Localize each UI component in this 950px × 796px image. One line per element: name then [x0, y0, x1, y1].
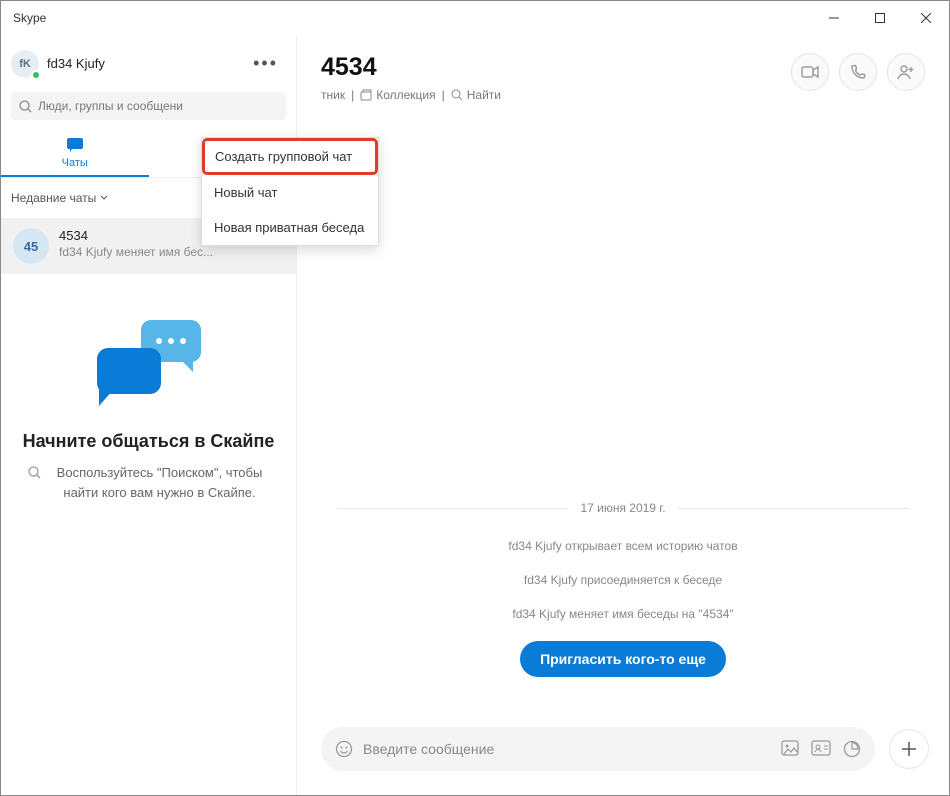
empty-subtitle: Воспользуйтесь "Поиском", чтобы найти ко…: [50, 463, 270, 502]
profile-row: fK fd34 Kjufy •••: [1, 35, 296, 88]
dropdown-create-group[interactable]: Создать групповой чат: [202, 138, 378, 175]
poll-icon[interactable]: [843, 740, 861, 758]
date-label: 17 июня 2019 г.: [580, 501, 665, 515]
titlebar: Skype: [1, 1, 949, 35]
chat-item-title: 4534: [59, 228, 88, 243]
maximize-button[interactable]: [857, 1, 903, 35]
chat-title: 4534: [321, 53, 791, 82]
date-divider: 17 июня 2019 г.: [337, 501, 909, 515]
invite-button[interactable]: Пригласить кого-то еще: [520, 641, 726, 677]
main-panel: 4534 тник | Коллекция | Найти: [297, 35, 949, 795]
message-input[interactable]: Введите сообщение: [321, 727, 875, 771]
search-input[interactable]: Люди, группы и сообщени: [11, 92, 286, 120]
search-icon: [28, 466, 42, 480]
add-button[interactable]: [889, 729, 929, 769]
voice-call-button[interactable]: [839, 53, 877, 91]
contact-card-icon[interactable]: [811, 740, 831, 756]
dropdown-private[interactable]: Новая приватная беседа: [202, 210, 378, 245]
more-button[interactable]: •••: [245, 49, 286, 78]
tab-chats-label: Чаты: [62, 157, 88, 169]
dropdown-new-chat[interactable]: Новый чат: [202, 175, 378, 210]
window-title: Skype: [13, 11, 46, 25]
search-row: Люди, группы и сообщени: [1, 88, 296, 128]
status-dot: [31, 70, 41, 80]
gallery-icon: [360, 89, 372, 101]
composer-row: Введите сообщение: [297, 727, 949, 795]
system-message: fd34 Kjufy открывает всем историю чатов: [337, 539, 909, 553]
meta-participants[interactable]: тник: [321, 88, 345, 102]
new-chat-dropdown: Создать групповой чат Новый чат Новая пр…: [201, 137, 379, 246]
sidebar: fK fd34 Kjufy ••• Люди, группы и сообщен…: [1, 35, 297, 795]
search-icon: [19, 100, 32, 113]
emoji-icon[interactable]: [335, 740, 353, 758]
composer-placeholder: Введите сообщение: [363, 741, 494, 757]
video-call-button[interactable]: [791, 53, 829, 91]
app-window: Skype fK fd34 Kjufy ••• Люди, группы и с…: [0, 0, 950, 796]
search-placeholder: Люди, группы и сообщени: [38, 99, 183, 113]
meta-collection[interactable]: Коллекция: [360, 88, 435, 102]
phone-icon: [850, 64, 866, 80]
empty-title: Начните общаться в Скайпе: [23, 430, 275, 453]
search-icon: [451, 89, 463, 101]
tab-chats[interactable]: Чаты: [1, 128, 149, 177]
chat-avatar: 45: [13, 228, 49, 264]
add-user-icon: [897, 64, 915, 80]
meta-find[interactable]: Найти: [451, 88, 501, 102]
plus-icon: [902, 742, 916, 756]
avatar[interactable]: fK: [11, 50, 39, 78]
system-message: fd34 Kjufy присоединяется к беседе: [337, 573, 909, 587]
system-message: fd34 Kjufy меняет имя беседы на "4534": [337, 607, 909, 621]
add-people-button[interactable]: [887, 53, 925, 91]
chat-header: 4534 тник | Коллекция | Найти: [297, 35, 949, 110]
app-body: fK fd34 Kjufy ••• Люди, группы и сообщен…: [1, 35, 949, 795]
chat-icon: [65, 136, 85, 154]
video-icon: [801, 65, 819, 79]
chat-meta: тник | Коллекция | Найти: [321, 88, 791, 102]
recents-label[interactable]: Недавние чаты: [11, 191, 108, 205]
close-button[interactable]: [903, 1, 949, 35]
avatar-initials: fK: [19, 58, 31, 70]
minimize-button[interactable]: [811, 1, 857, 35]
chat-item-preview: fd34 Kjufy меняет имя бес...: [59, 245, 284, 259]
window-controls: [811, 1, 949, 35]
empty-icon: [79, 314, 219, 414]
image-icon[interactable]: [781, 740, 799, 756]
header-actions: [791, 53, 925, 91]
profile-name[interactable]: fd34 Kjufy: [47, 56, 237, 71]
chevron-down-icon: [100, 194, 108, 202]
empty-state: Начните общаться в Скайпе Воспользуйтесь…: [1, 274, 296, 795]
chat-body: 17 июня 2019 г. fd34 Kjufy открывает все…: [297, 110, 949, 727]
